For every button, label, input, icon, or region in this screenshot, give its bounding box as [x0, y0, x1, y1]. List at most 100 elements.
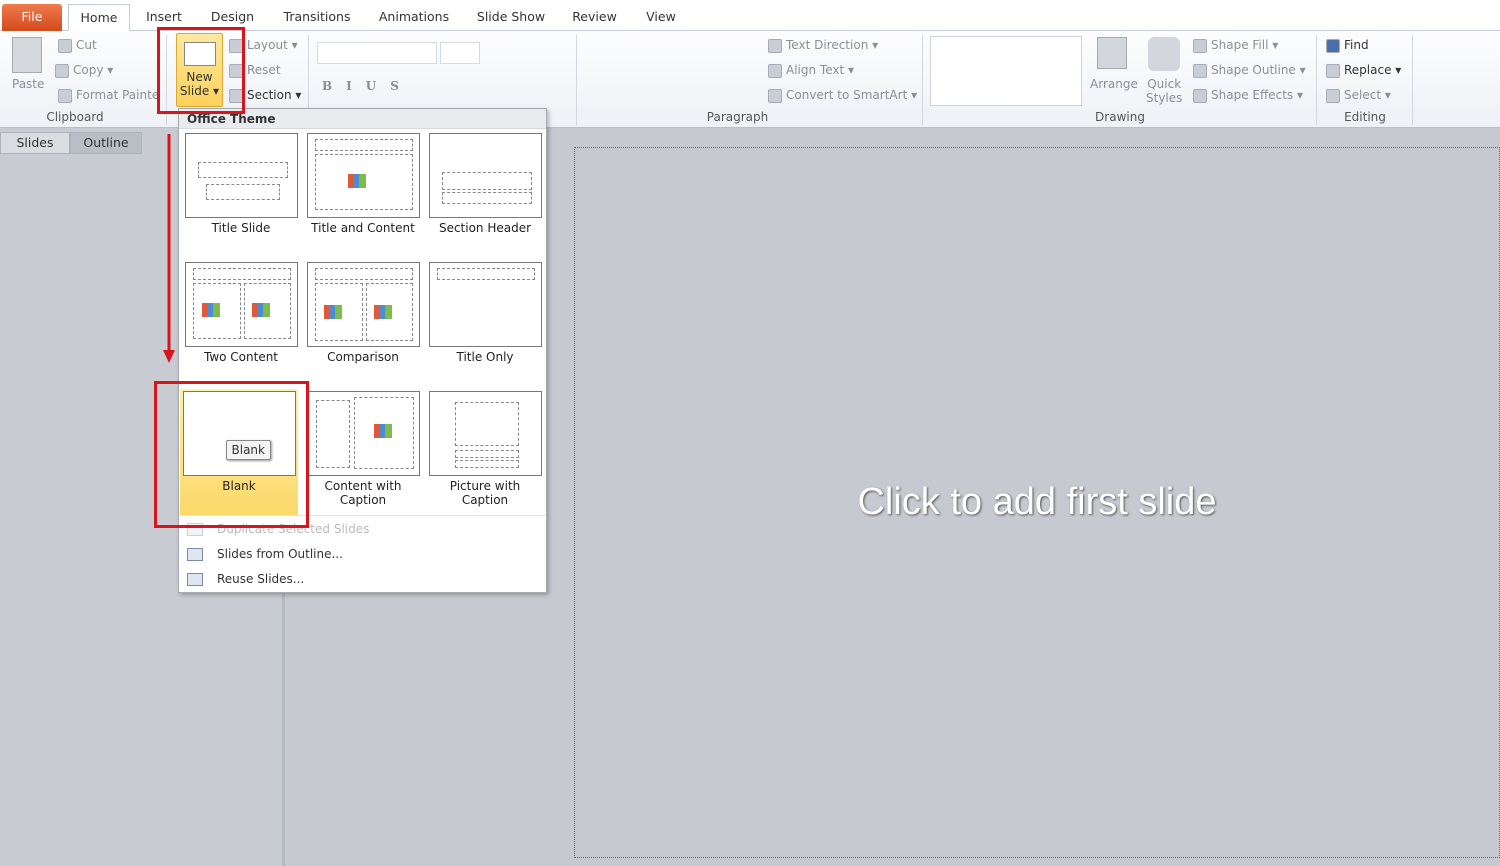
new-slide-highlight-box — [157, 27, 245, 114]
align-text-button[interactable]: Align Text ▾ — [768, 63, 854, 78]
paste-button[interactable]: Paste — [12, 77, 44, 91]
layout-title-slide[interactable]: Title Slide — [182, 133, 300, 257]
align-text-label: Align Text — [786, 63, 845, 77]
text-direction-label: Text Direction — [786, 38, 869, 52]
layout-title-only[interactable]: Title Only — [426, 262, 544, 386]
paste-icon — [12, 37, 42, 73]
font-size-dropdown[interactable] — [440, 42, 480, 64]
cut-label: Cut — [76, 38, 97, 52]
blank-layout-highlight-box — [154, 381, 309, 528]
layout-content-with-caption[interactable]: Content with Caption — [304, 391, 422, 515]
font-format-buttons[interactable]: BIUS — [322, 79, 413, 93]
reuse-slides-icon — [187, 573, 203, 586]
select-button[interactable]: Select ▾ — [1326, 88, 1391, 103]
layout-label: Picture with Caption — [449, 479, 521, 507]
layout-picture-with-caption[interactable]: Picture with Caption — [426, 391, 544, 515]
layout-label: Layout — [247, 38, 288, 52]
reuse-slides-item[interactable]: Reuse Slides... — [179, 567, 546, 592]
replace-button[interactable]: Replace ▾ — [1326, 63, 1401, 78]
layout-label: Comparison — [327, 350, 399, 364]
layout-comparison[interactable]: Comparison — [304, 262, 422, 386]
shape-fill-button[interactable]: Shape Fill ▾ — [1193, 38, 1278, 53]
layout-thumbnail — [184, 262, 298, 347]
paint-bucket-icon — [1193, 38, 1207, 53]
layout-label: Section Header — [438, 221, 532, 235]
find-label: Find — [1344, 38, 1369, 52]
cursor-icon — [1326, 88, 1340, 103]
layout-thumbnail — [428, 133, 542, 218]
smartart-icon — [768, 88, 782, 103]
arrange-icon — [1097, 37, 1127, 69]
tab-file[interactable]: File — [2, 4, 62, 31]
quick-styles-label-2: Styles — [1146, 91, 1183, 105]
layout-thumbnail — [428, 262, 542, 347]
copy-label: Copy — [73, 63, 104, 77]
shapes-gallery[interactable] — [930, 36, 1082, 106]
copy-icon — [55, 63, 69, 78]
format-painter-label: Format Painter — [76, 88, 158, 102]
layout-label: Title and Content — [311, 221, 415, 235]
text-direction-icon — [768, 38, 782, 53]
tab-transitions[interactable]: Transitions — [278, 4, 356, 31]
brush-icon — [58, 88, 72, 103]
layout-thumbnail — [428, 391, 542, 476]
menu-label: Reuse Slides... — [217, 572, 305, 586]
layout-section-header[interactable]: Section Header — [426, 133, 544, 257]
slide-canvas[interactable]: Click to add first slide — [574, 147, 1500, 858]
divider — [576, 35, 577, 125]
shape-effects-icon — [1193, 88, 1207, 103]
layout-label: Two Content — [203, 350, 279, 364]
shape-outline-button[interactable]: Shape Outline ▾ — [1193, 63, 1306, 78]
text-direction-button[interactable]: Text Direction ▾ — [768, 38, 878, 53]
cut-button[interactable]: Cut — [58, 38, 97, 53]
section-label: Section — [247, 88, 292, 102]
convert-smartart-label: Convert to SmartArt — [786, 88, 908, 102]
tab-slides[interactable]: Slides — [0, 132, 70, 154]
find-button[interactable]: Find — [1326, 38, 1369, 53]
tab-slide-show[interactable]: Slide Show — [471, 4, 551, 31]
clipboard-group-label: Clipboard — [46, 110, 104, 124]
replace-icon — [1326, 63, 1340, 78]
font-name-dropdown[interactable] — [317, 42, 437, 64]
layout-label: Content with Caption — [324, 479, 402, 507]
quick-styles-button[interactable]: Quick Styles — [1146, 77, 1182, 105]
scissors-icon — [58, 38, 72, 53]
align-text-icon — [768, 63, 782, 78]
arrange-button[interactable]: Arrange — [1090, 77, 1138, 91]
layout-thumbnail — [184, 133, 298, 218]
quick-styles-icon — [1148, 37, 1180, 71]
tab-review[interactable]: Review — [567, 4, 622, 31]
select-label: Select — [1344, 88, 1382, 102]
reset-label: Reset — [247, 63, 281, 77]
outline-icon — [187, 548, 203, 561]
slides-from-outline-item[interactable]: Slides from Outline... — [179, 542, 546, 567]
shape-effects-button[interactable]: Shape Effects ▾ — [1193, 88, 1303, 103]
annotation-arrow-icon — [163, 134, 175, 363]
tab-outline[interactable]: Outline — [70, 132, 142, 154]
layout-two-content[interactable]: Two Content — [182, 262, 300, 386]
shape-effects-label: Shape Effects — [1211, 88, 1294, 102]
tab-home[interactable]: Home — [68, 4, 130, 31]
menu-label: Slides from Outline... — [217, 547, 343, 561]
layout-thumbnail — [306, 391, 420, 476]
convert-smartart-button[interactable]: Convert to SmartArt ▾ — [768, 88, 917, 103]
layout-label: Title Only — [456, 350, 514, 364]
shape-outline-label: Shape Outline — [1211, 63, 1296, 77]
divider — [1316, 35, 1317, 125]
pencil-icon — [1193, 63, 1207, 78]
replace-label: Replace — [1344, 63, 1392, 77]
divider — [1412, 35, 1413, 125]
tab-animations[interactable]: Animations — [372, 4, 456, 31]
copy-button[interactable]: Copy ▾ — [55, 63, 113, 78]
layout-label: Title Slide — [211, 221, 271, 235]
divider — [922, 35, 923, 125]
binoculars-icon — [1326, 38, 1340, 53]
paragraph-group-label: Paragraph — [706, 110, 769, 124]
slide-placeholder: Click to add first slide — [857, 481, 1217, 523]
tab-view[interactable]: View — [640, 4, 682, 31]
shape-fill-label: Shape Fill — [1211, 38, 1269, 52]
drawing-group-label: Drawing — [1095, 110, 1145, 124]
layout-title-and-content[interactable]: Title and Content — [304, 133, 422, 257]
editing-group-label: Editing — [1344, 110, 1386, 124]
format-painter-button[interactable]: Format Painter — [58, 88, 158, 103]
